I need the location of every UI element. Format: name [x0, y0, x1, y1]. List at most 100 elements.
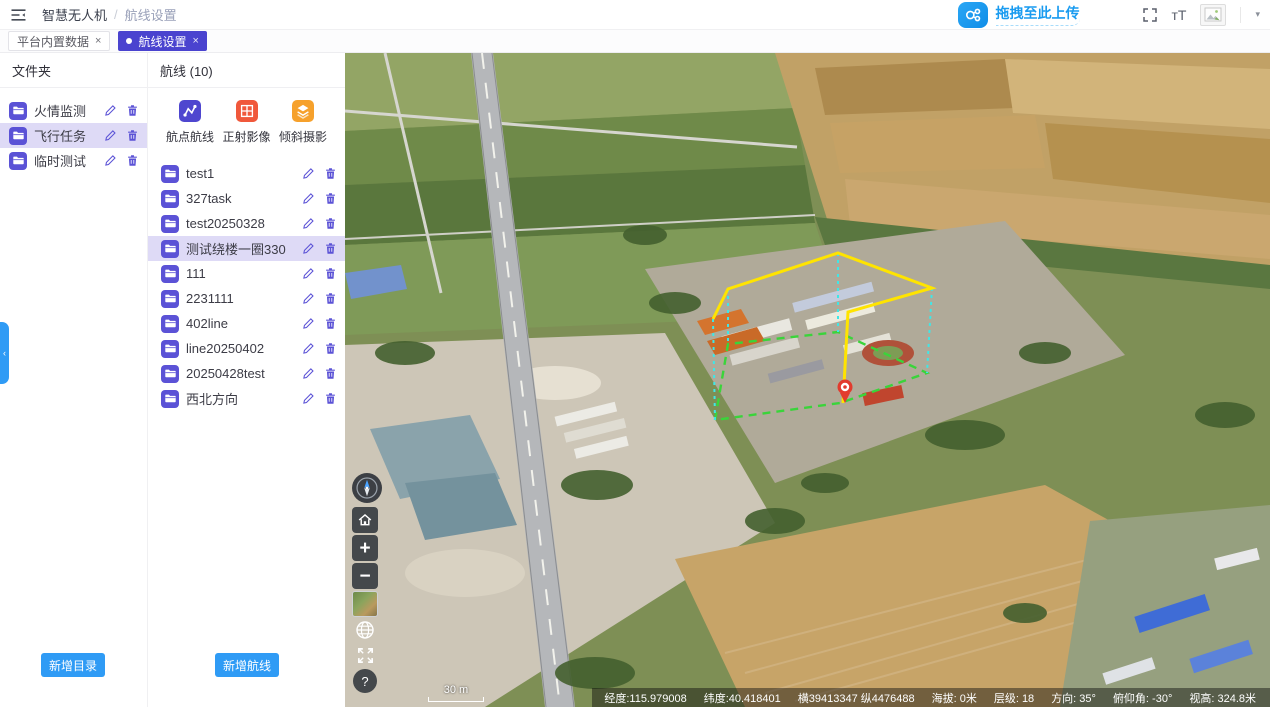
avatar[interactable] [1200, 4, 1226, 26]
close-icon[interactable]: × [192, 35, 198, 47]
header-divider [1240, 7, 1241, 23]
route-item[interactable]: 402line [148, 311, 345, 336]
scalebar-rule [428, 697, 484, 702]
route-file-icon [161, 165, 179, 183]
route-item[interactable]: test20250328 [148, 211, 345, 236]
delete-icon[interactable] [324, 267, 337, 280]
fullscreen-icon[interactable] [1142, 7, 1158, 23]
route-item[interactable]: 2231111 [148, 286, 345, 311]
chevron-down-icon[interactable]: ▾ [1255, 9, 1260, 20]
delete-icon[interactable] [324, 242, 337, 255]
route-label: test1 [186, 166, 214, 181]
compass-icon[interactable] [352, 473, 382, 503]
status-longitude: 经度:115.979008 [604, 690, 686, 706]
delete-icon[interactable] [324, 367, 337, 380]
edit-icon[interactable] [104, 104, 117, 117]
add-route-button[interactable]: 新增航线 [215, 653, 279, 677]
route-type-waypoint[interactable]: 航点航线 [162, 100, 218, 145]
folder-icon [9, 127, 27, 145]
route-item[interactable]: line20250402 [148, 336, 345, 361]
font-size-icon[interactable]: тT [1172, 7, 1187, 23]
folder-item-flight-task[interactable]: 飞行任务 [0, 123, 147, 148]
route-file-icon [161, 315, 179, 333]
edit-icon[interactable] [302, 342, 315, 355]
delete-icon[interactable] [126, 104, 139, 117]
menu-fold-icon[interactable] [10, 6, 28, 24]
basemap-switcher[interactable] [352, 591, 378, 617]
delete-icon[interactable] [324, 317, 337, 330]
edit-icon[interactable] [302, 367, 315, 380]
tab-label: 平台内置数据 [17, 33, 89, 50]
delete-icon[interactable] [126, 129, 139, 142]
orthophoto-icon [236, 100, 258, 122]
cloud-drive-icon [958, 2, 988, 28]
folder-label: 临时测试 [34, 151, 86, 170]
edit-icon[interactable] [302, 192, 315, 205]
oblique-photography-icon [292, 100, 314, 122]
route-file-icon [161, 365, 179, 383]
zoom-out-button[interactable]: − [352, 563, 378, 589]
upload-dropzone[interactable]: 拖拽至此上传 [958, 2, 1080, 28]
route-type-oblique[interactable]: 倾斜摄影 [275, 100, 331, 145]
route-item[interactable]: 西北方向 [148, 386, 345, 411]
tab-label: 航线设置 [138, 33, 186, 50]
delete-icon[interactable] [324, 192, 337, 205]
route-label: 402line [186, 316, 228, 331]
route-item[interactable]: test1 [148, 161, 345, 186]
folder-item-temp-test[interactable]: 临时测试 [0, 148, 147, 173]
folders-panel: 文件夹 火情监测 飞行任务 临时测试 [0, 53, 147, 707]
home-view-button[interactable] [352, 507, 378, 533]
route-label: 20250428test [186, 366, 265, 381]
breadcrumb-current-page: 航线设置 [125, 5, 177, 24]
folder-item-fire-monitoring[interactable]: 火情监测 [0, 98, 147, 123]
edit-icon[interactable] [302, 217, 315, 230]
delete-icon[interactable] [324, 342, 337, 355]
edit-icon[interactable] [302, 242, 315, 255]
scalebar-label: 30 m [428, 684, 484, 696]
add-folder-button[interactable]: 新增目录 [41, 653, 105, 677]
edit-icon[interactable] [302, 392, 315, 405]
edit-icon[interactable] [302, 292, 315, 305]
route-type-toolbar: 航点航线 正射影像 倾斜摄影 [148, 88, 345, 153]
route-label: 111 [186, 266, 206, 281]
delete-icon[interactable] [324, 392, 337, 405]
breadcrumb-app-title[interactable]: 智慧无人机 [42, 5, 107, 24]
route-item-selected[interactable]: 测试绕楼一圈330 [148, 236, 345, 261]
edit-icon[interactable] [104, 129, 117, 142]
route-item[interactable]: 111 [148, 261, 345, 286]
help-button[interactable]: ? [353, 669, 377, 693]
route-file-icon [161, 390, 179, 408]
route-file-icon [161, 265, 179, 283]
close-icon[interactable]: × [95, 35, 101, 47]
tab-platform-data[interactable]: 平台内置数据 × [8, 31, 110, 51]
edit-icon[interactable] [302, 317, 315, 330]
delete-icon[interactable] [324, 217, 337, 230]
map-fullscreen-icon[interactable] [352, 642, 378, 668]
route-file-icon [161, 215, 179, 233]
map-statusbar: 经度:115.979008 纬度:40.418401 横39413347 纵44… [592, 688, 1270, 707]
routes-panel-title: 航线 (10) [148, 53, 345, 88]
edit-icon[interactable] [302, 167, 315, 180]
folder-label: 火情监测 [34, 101, 86, 120]
route-file-icon [161, 340, 179, 358]
route-file-icon [161, 290, 179, 308]
route-type-orthophoto[interactable]: 正射影像 [219, 100, 275, 145]
delete-icon[interactable] [324, 292, 337, 305]
zoom-in-button[interactable]: + [352, 535, 378, 561]
route-type-label: 航点航线 [166, 128, 214, 145]
route-item[interactable]: 20250428test [148, 361, 345, 386]
workspace-tabbar: 平台内置数据 × 航线设置 × [0, 30, 1270, 53]
delete-icon[interactable] [324, 167, 337, 180]
tab-route-settings[interactable]: 航线设置 × [118, 31, 206, 51]
status-heading: 方向: 35° [1051, 690, 1096, 706]
edit-icon[interactable] [302, 267, 315, 280]
globe-2d3d-icon[interactable] [352, 617, 378, 643]
sidebar-collapse-handle[interactable]: ‹ [0, 322, 9, 384]
upload-label: 拖拽至此上传 [996, 3, 1080, 26]
edit-icon[interactable] [104, 154, 117, 167]
top-header: 智慧无人机 / 航线设置 拖拽至此上传 тT [0, 0, 1270, 30]
route-item[interactable]: 327task [148, 186, 345, 211]
map-3d-viewport[interactable]: + − ? 30 m 经度:115.979008 纬度:40.418401 横3… [345, 53, 1270, 707]
route-label: 2231111 [186, 291, 234, 306]
delete-icon[interactable] [126, 154, 139, 167]
